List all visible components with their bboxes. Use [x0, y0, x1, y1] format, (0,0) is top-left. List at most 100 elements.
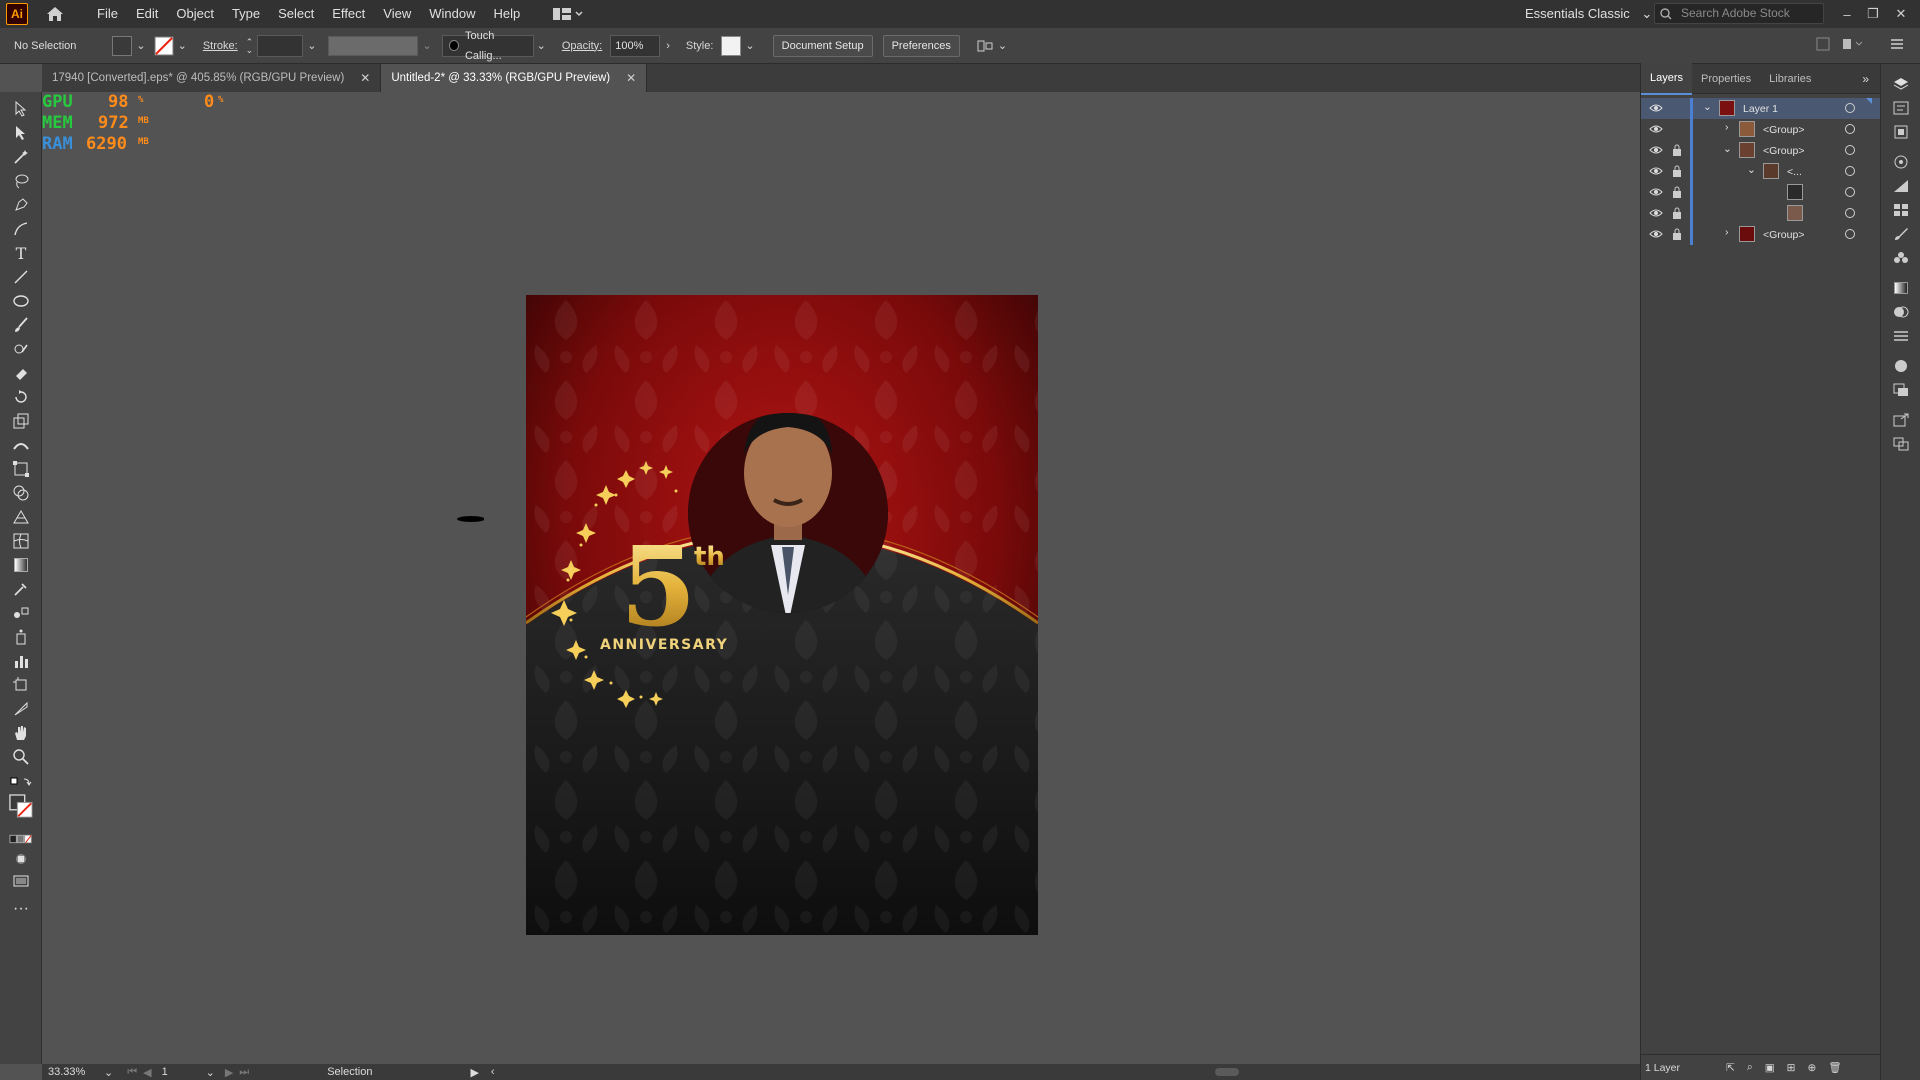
libraries-panel-icon[interactable]	[1891, 122, 1911, 142]
minimize-icon[interactable]: –	[1836, 0, 1858, 28]
fill-stroke-swatches[interactable]	[9, 792, 33, 822]
magic-wand-tool-icon[interactable]	[9, 146, 33, 168]
collapse-panel-icon[interactable]: »	[1862, 72, 1869, 86]
target-circle-icon[interactable]	[1845, 124, 1855, 134]
mesh-tool-icon[interactable]	[9, 530, 33, 552]
clipping-mask-icon[interactable]: ▣	[1765, 1062, 1775, 1074]
layer-row-layer-1[interactable]: ⌄ Layer 1	[1641, 98, 1881, 119]
graphic-style-swatch[interactable]: ⌄	[721, 35, 755, 56]
search-stock-input[interactable]: Search Adobe Stock	[1654, 3, 1824, 24]
workspace-switcher[interactable]: Essentials Classic ⌄	[1525, 0, 1652, 28]
visibility-eye-icon[interactable]	[1649, 122, 1663, 136]
chevron-right-icon[interactable]: ›	[1725, 121, 1729, 133]
artboards-panel-icon[interactable]	[1891, 434, 1911, 454]
menu-type[interactable]: Type	[223, 0, 269, 28]
tab-libraries[interactable]: Libraries	[1760, 64, 1820, 94]
tab-layers[interactable]: Layers	[1641, 62, 1693, 95]
transparency-panel-icon[interactable]	[1891, 302, 1911, 322]
visibility-eye-icon[interactable]	[1649, 206, 1663, 220]
lock-icon[interactable]	[1671, 143, 1683, 157]
chevron-down-icon[interactable]: ⌄	[1703, 101, 1712, 113]
slice-tool-icon[interactable]	[9, 698, 33, 720]
target-circle-icon[interactable]	[1845, 166, 1855, 176]
scroll-left-icon[interactable]: ‹	[491, 1066, 495, 1078]
hand-tool-icon[interactable]	[9, 722, 33, 744]
tab-document-1[interactable]: 17940 [Converted].eps* @ 405.85% (RGB/GP…	[42, 64, 382, 92]
variable-width-profile[interactable]: ⌄	[328, 35, 432, 56]
menu-view[interactable]: View	[374, 0, 420, 28]
layer-row-image[interactable]	[1641, 203, 1881, 224]
artboard-number[interactable]: 1	[162, 1066, 202, 1078]
brush-stroke-shape[interactable]	[454, 514, 484, 524]
chevron-right-icon[interactable]: ›	[666, 40, 670, 52]
close-icon[interactable]: ✕	[626, 71, 636, 85]
draw-mode-icon[interactable]	[9, 848, 33, 870]
visibility-eye-icon[interactable]	[1649, 101, 1663, 115]
stroke-swatch[interactable]: ⌄	[154, 36, 187, 56]
chevron-down-icon[interactable]: ⌄	[1723, 143, 1732, 155]
close-icon[interactable]: ✕	[360, 71, 370, 85]
opacity-label[interactable]: Opacity:	[562, 40, 602, 52]
restore-icon[interactable]: ❐	[1862, 0, 1884, 28]
new-layer-icon[interactable]: ⊕	[1807, 1062, 1816, 1074]
opacity-field[interactable]: 100% ›	[610, 34, 670, 57]
canvas-area[interactable]: 5 th ANNIVERSARY	[42, 92, 1640, 1064]
menu-file[interactable]: File	[88, 0, 127, 28]
visibility-eye-icon[interactable]	[1649, 227, 1663, 241]
gradient-tool-icon[interactable]	[9, 554, 33, 576]
pen-tool-icon[interactable]	[9, 194, 33, 216]
default-colors-icon[interactable]	[9, 772, 33, 794]
blend-tool-icon[interactable]	[9, 602, 33, 624]
chevron-down-icon[interactable]: ⌄	[1747, 164, 1756, 176]
curvature-tool-icon[interactable]	[9, 218, 33, 240]
free-transform-tool-icon[interactable]	[9, 458, 33, 480]
preferences-button[interactable]: Preferences	[882, 34, 960, 57]
shape-builder-tool-icon[interactable]	[9, 482, 33, 504]
brushes-panel-icon[interactable]	[1891, 224, 1911, 244]
lock-icon[interactable]	[1671, 164, 1683, 178]
layer-name[interactable]: <Group>	[1763, 229, 1804, 241]
symbol-sprayer-tool-icon[interactable]	[9, 626, 33, 648]
arrange-documents-button[interactable]	[553, 8, 583, 20]
layer-row-group-2[interactable]: ⌄ <Group>	[1641, 140, 1881, 161]
direct-selection-tool-icon[interactable]	[9, 122, 33, 144]
target-circle-icon[interactable]	[1845, 103, 1855, 113]
lasso-tool-icon[interactable]	[9, 170, 33, 192]
color-panel-icon[interactable]	[1891, 152, 1911, 172]
opacity-value[interactable]: 100%	[610, 34, 661, 57]
visibility-eye-icon[interactable]	[1649, 185, 1663, 199]
visibility-eye-icon[interactable]	[1649, 143, 1663, 157]
column-graph-tool-icon[interactable]	[9, 650, 33, 672]
layer-name[interactable]: <...	[1787, 166, 1802, 178]
chevron-right-icon[interactable]: ›	[1725, 226, 1729, 238]
more-tools-icon[interactable]: ···	[9, 898, 33, 920]
layer-name[interactable]: <Group>	[1763, 124, 1804, 136]
home-icon[interactable]	[44, 3, 66, 25]
menu-object[interactable]: Object	[167, 0, 223, 28]
eyedropper-tool-icon[interactable]	[9, 578, 33, 600]
transform-icon[interactable]	[1842, 37, 1864, 54]
width-tool-icon[interactable]	[9, 434, 33, 456]
color-guide-icon[interactable]	[1891, 176, 1911, 196]
align-options-icon[interactable]: ⌄	[976, 38, 1007, 54]
shaper-tool-icon[interactable]	[9, 338, 33, 360]
layer-name[interactable]: Layer 1	[1743, 103, 1778, 115]
color-mode-icons[interactable]	[9, 828, 33, 850]
export-icon[interactable]: ⇱	[1726, 1062, 1735, 1074]
layer-name[interactable]: <Group>	[1763, 145, 1804, 157]
new-sublayer-icon[interactable]: ⊞	[1787, 1062, 1796, 1074]
target-circle-icon[interactable]	[1845, 229, 1855, 239]
swatches-panel-icon[interactable]	[1891, 200, 1911, 220]
perspective-grid-tool-icon[interactable]	[9, 506, 33, 528]
layer-row-group-3[interactable]: › <Group>	[1641, 224, 1881, 245]
appearance-panel-icon[interactable]	[1891, 356, 1911, 376]
zoom-tool-icon[interactable]	[9, 746, 33, 768]
paintbrush-tool-icon[interactable]	[9, 314, 33, 336]
stroke-label[interactable]: Stroke:	[203, 40, 238, 52]
menu-window[interactable]: Window	[420, 0, 484, 28]
menu-edit[interactable]: Edit	[127, 0, 167, 28]
visibility-eye-icon[interactable]	[1649, 164, 1663, 178]
tab-document-2[interactable]: Untitled-2* @ 33.33% (RGB/GPU Preview) ✕	[381, 64, 648, 92]
brush-definition-dropdown[interactable]: Touch Callig... ⌄	[441, 30, 546, 62]
tab-properties[interactable]: Properties	[1692, 64, 1760, 94]
